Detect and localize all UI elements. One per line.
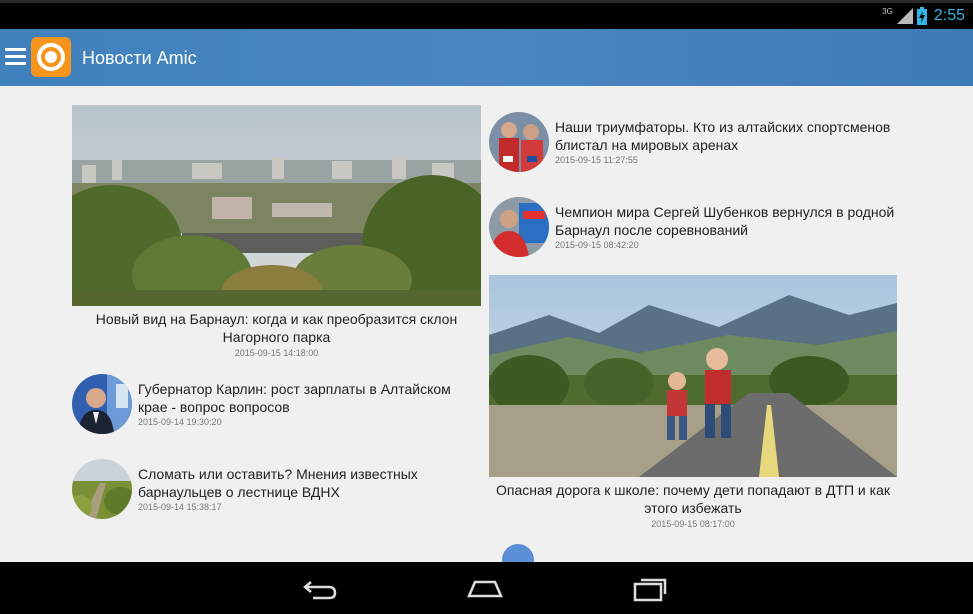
network-type-label: 3G [882, 6, 893, 16]
children-running-on-road-image [489, 275, 897, 477]
article-headline: Губернатор Карлин: рост зарплаты в Алтай… [138, 381, 451, 415]
clock: 2:55 [933, 7, 965, 24]
article-date: 2015-09-15 11:27:55 [555, 155, 638, 165]
featured-article-road-safety[interactable]: Опасная дорога к школе: почему дети попа… [489, 275, 897, 529]
next-item-thumbnail-partial[interactable] [502, 544, 534, 562]
hamburger-menu-icon[interactable] [5, 48, 26, 66]
article-headline: Чемпион мира Сергей Шубенков вернулся в … [555, 204, 895, 238]
status-icons: 3G 2:55 [882, 5, 965, 27]
article-headline: Наши триумфаторы. Кто из алтайских спорт… [555, 119, 891, 153]
article-date: 2015-09-15 14:18:00 [234, 348, 319, 358]
governor-thumbnail [72, 374, 132, 434]
battery-charging-icon [916, 7, 927, 25]
navigation-bar [0, 562, 973, 614]
article-headline: Опасная дорога к школе: почему дети попа… [496, 482, 890, 516]
vdnh-stairs-thumbnail [72, 459, 132, 519]
recent-apps-icon[interactable] [631, 574, 671, 602]
article-headline: Новый вид на Барнаул: когда и как преобр… [95, 311, 458, 345]
list-item-shubenkov[interactable]: Чемпион мира Сергей Шубенков вернулся в … [489, 197, 899, 259]
status-bar-edge [0, 0, 973, 3]
list-item-triumphators[interactable]: Наши триумфаторы. Кто из алтайских спорт… [489, 112, 899, 174]
article-date: 2015-09-14 19:30:20 [138, 417, 222, 427]
article-date: 2015-09-14 15:38:17 [138, 502, 222, 512]
status-bar: 3G 2:55 [0, 0, 973, 29]
list-item-karlin[interactable]: Губернатор Карлин: рост зарплаты в Алтай… [72, 374, 482, 436]
news-feed[interactable]: Новый вид на Барнаул: когда и как преобр… [0, 86, 973, 562]
article-headline: Сломать или оставить? Мнения известных б… [138, 466, 418, 500]
article-date: 2015-09-15 08:17:00 [651, 519, 735, 529]
amic-logo-icon[interactable] [31, 37, 71, 77]
shubenkov-thumbnail [489, 197, 549, 257]
app-title: Новости Amic [82, 48, 197, 68]
barnaul-cityscape-image [72, 105, 481, 306]
app-bar: Новости Amic [0, 29, 973, 86]
back-icon[interactable] [301, 574, 341, 602]
athletes-thumbnail [489, 112, 549, 172]
article-date: 2015-09-15 08:42:20 [555, 240, 639, 250]
home-icon[interactable] [465, 574, 505, 602]
signal-icon [896, 8, 913, 24]
featured-article-barnaul[interactable]: Новый вид на Барнаул: когда и как преобр… [72, 105, 481, 358]
list-item-vdnh-stairs[interactable]: Сломать или оставить? Мнения известных б… [72, 459, 482, 521]
